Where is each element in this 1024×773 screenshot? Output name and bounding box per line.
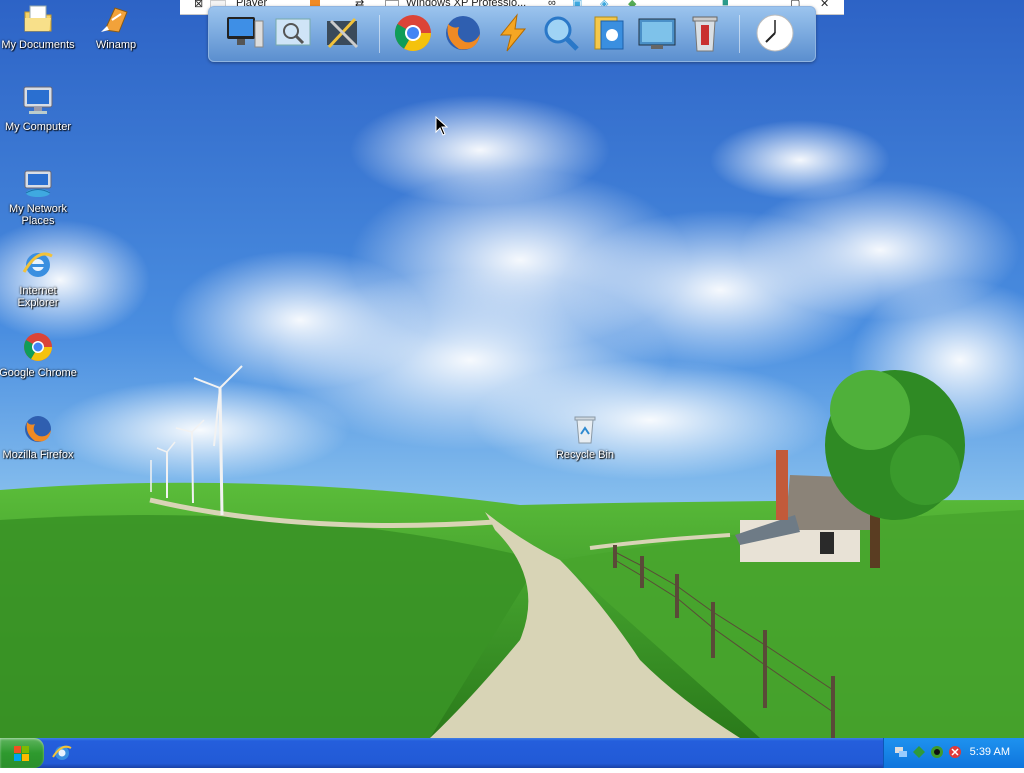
- desktop-icon-winamp[interactable]: Winamp: [76, 2, 156, 51]
- desktop-icon-label: Winamp: [95, 39, 137, 51]
- start-button[interactable]: [0, 738, 44, 768]
- desktop-icon-my-computer[interactable]: My Computer: [0, 84, 78, 133]
- system-tray: 5:39 AM: [883, 738, 1024, 768]
- chrome-icon: [394, 15, 431, 52]
- ie-icon: [52, 745, 72, 760]
- dock-lightning[interactable]: [493, 13, 533, 53]
- agent-tray-icon[interactable]: [930, 745, 944, 759]
- desktop-icon-label: Recycle Bin: [555, 449, 615, 461]
- dock: [208, 6, 816, 62]
- dock-display[interactable]: [273, 13, 313, 53]
- dock-tools[interactable]: [323, 13, 363, 53]
- chrome-icon: [21, 330, 55, 364]
- desktop-icon-label: Mozilla Firefox: [2, 449, 74, 461]
- winamp-icon: [99, 2, 133, 36]
- documents-icon: [594, 16, 624, 50]
- dock-search[interactable]: [541, 13, 581, 53]
- desktop-icon-label: My Computer: [4, 121, 72, 133]
- search-globe-icon: [544, 16, 579, 51]
- clock-icon: [756, 14, 794, 52]
- ie-icon: [21, 248, 55, 282]
- magnifier-display-icon: [275, 18, 311, 46]
- desktop-icon-recycle-bin[interactable]: Recycle Bin: [545, 412, 625, 461]
- dock-separator: [739, 15, 740, 53]
- firefox-icon: [446, 16, 480, 50]
- dock-documents[interactable]: [589, 13, 629, 53]
- desktop-icon-label: My Documents: [1, 39, 75, 51]
- taskbar-clock[interactable]: 5:39 AM: [970, 746, 1010, 758]
- dock-clock[interactable]: [755, 13, 795, 53]
- close-icon[interactable]: ✕: [820, 0, 829, 10]
- folder-documents-icon: [21, 2, 55, 36]
- dock-separator: [379, 15, 380, 53]
- windows-logo-icon: [14, 746, 29, 761]
- lightning-icon: [499, 13, 527, 52]
- dock-monitor[interactable]: [637, 13, 677, 53]
- dock-chrome[interactable]: [393, 13, 433, 53]
- recycle-bin-icon: [568, 412, 602, 446]
- desktop-icon-google-chrome[interactable]: Google Chrome: [0, 330, 78, 379]
- tools-icon: [327, 17, 359, 49]
- taskbar: 5:39 AM: [0, 738, 1024, 768]
- desktop-icon-mozilla-firefox[interactable]: Mozilla Firefox: [0, 412, 78, 461]
- dock-firefox[interactable]: [443, 13, 483, 53]
- desktop-icon-my-documents[interactable]: My Documents: [0, 2, 78, 51]
- computer-icon: [227, 17, 264, 48]
- dock-computer[interactable]: [225, 13, 265, 53]
- network-tray-icon[interactable]: [894, 745, 908, 759]
- computer-icon: [21, 84, 55, 118]
- network-icon: [21, 166, 55, 200]
- desktop-icon-my-network-places[interactable]: My Network Places: [0, 166, 78, 227]
- wallpaper: [0, 0, 1024, 738]
- desktop-icon-label: Google Chrome: [0, 367, 77, 379]
- mouse-cursor-icon: [435, 116, 449, 136]
- desktop-icon-label: My Network Places: [8, 203, 68, 227]
- firefox-icon: [21, 412, 55, 446]
- pin-icon[interactable]: ⊠: [194, 0, 203, 10]
- desktop[interactable]: My Documents Winamp My Computer My Netwo…: [0, 0, 1024, 738]
- trash-icon: [692, 16, 718, 52]
- desktop-icon-internet-explorer[interactable]: Internet Explorer: [0, 248, 78, 309]
- security-tray-icon[interactable]: [912, 745, 926, 759]
- dock-trash[interactable]: [685, 13, 725, 53]
- alert-tray-icon[interactable]: [948, 745, 962, 759]
- quicklaunch-ie[interactable]: [52, 743, 72, 763]
- monitor-icon: [638, 18, 676, 49]
- desktop-icon-label: Internet Explorer: [17, 285, 59, 309]
